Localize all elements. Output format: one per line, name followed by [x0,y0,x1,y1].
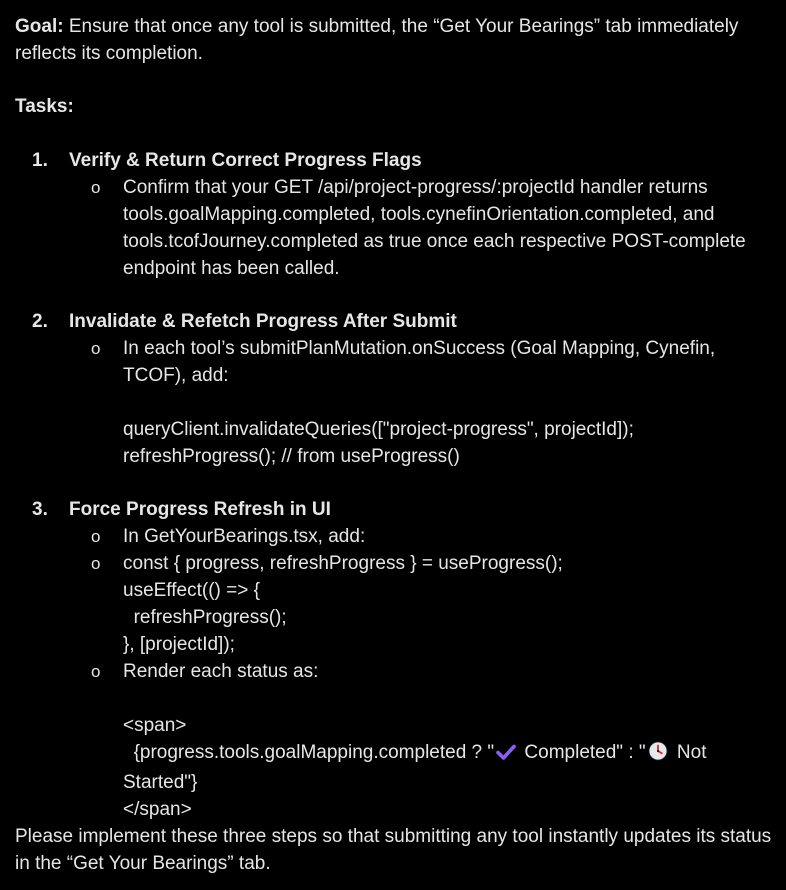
goal-paragraph: Goal: Ensure that once any tool is submi… [15,13,772,67]
clock-icon [648,741,668,769]
bullet-text: In GetYourBearings.tsx, add: [123,526,366,547]
bullet-item: o Confirm that your GET /api/project-pro… [69,174,772,282]
task-item-3: 3. Force Progress Refresh in UI o In Get… [15,496,772,823]
code-line: </span> [123,799,192,820]
spacer [15,470,772,496]
bullet-mark: o [91,527,101,546]
task-bullets: o In each tool’s submitPlanMutation.onSu… [69,335,772,470]
task-number: 3. [32,499,48,520]
task-bullets: o In GetYourBearings.tsx, add: o const {… [69,523,772,823]
task-bullets: o Confirm that your GET /api/project-pro… [69,174,772,282]
task-number: 1. [32,150,48,171]
expression-start: {progress.tools.goalMapping.completed ? … [123,742,495,763]
bullet-item: o Render each status as: <span> {progres… [69,658,772,823]
task-item-2: 2. Invalidate & Refetch Progress After S… [15,308,772,470]
document: Goal: Ensure that once any tool is submi… [0,0,786,890]
code-line: queryClient.invalidateQueries(["project-… [123,419,634,440]
bullet-text: Render each status as: [123,661,319,682]
bullet-text: In each tool’s submitPlanMutation.onSucc… [123,338,721,386]
bullet-text: Confirm that your GET /api/project-progr… [123,177,752,279]
code-line: }, [projectId]); [123,634,235,655]
bullet-mark: o [91,178,101,197]
code-line: const { progress, refreshProgress } = us… [123,553,563,574]
task-title: Force Progress Refresh in UI [69,499,331,520]
closing-paragraph: Please implement these three steps so th… [15,826,772,874]
task-title: Verify & Return Correct Progress Flags [69,150,422,171]
goal-text: Ensure that once any tool is submitted, … [15,16,739,64]
tasks-heading: Tasks: [15,96,74,117]
goal-label: Goal: [15,16,64,37]
bullet-item: o const { progress, refreshProgress } = … [69,550,772,658]
code-line: useEffect(() => { [123,580,260,601]
code-line: <span> [123,715,187,736]
task-item-1: 1. Verify & Return Correct Progress Flag… [15,147,772,282]
status-expression: {progress.tools.goalMapping.completed ? … [123,739,772,796]
spacer [15,282,772,308]
bullet-item: o In each tool’s submitPlanMutation.onSu… [69,335,772,470]
bullet-mark: o [91,339,101,358]
bullet-item: o In GetYourBearings.tsx, add: [69,523,772,550]
bullet-mark: o [91,554,101,573]
task-list: 1. Verify & Return Correct Progress Flag… [15,147,772,823]
bullet-mark: o [91,662,101,681]
task-title: Invalidate & Refetch Progress After Subm… [69,311,457,332]
check-icon [496,742,516,769]
task-number: 2. [32,311,48,332]
code-line: refreshProgress(); [123,607,287,628]
expression-mid: Completed" : " [519,742,646,763]
code-line: refreshProgress(); // from useProgress() [123,446,460,467]
